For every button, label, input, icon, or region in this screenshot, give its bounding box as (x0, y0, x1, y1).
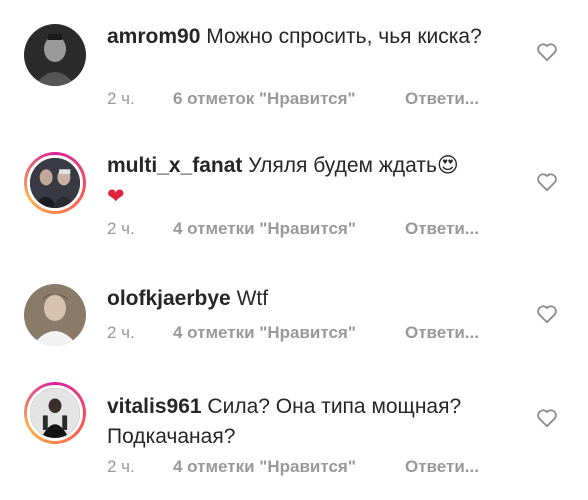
story-ring (27, 155, 83, 211)
heart-outline-icon (537, 305, 557, 324)
comment-time: 2 ч. (107, 89, 135, 108)
reply-button[interactable]: Ответи... (405, 89, 479, 109)
like-button[interactable] (536, 304, 558, 324)
comment-text-block: amrom90 Можно спросить, чья киска? (107, 22, 517, 52)
comment-meta: 2 ч. 4 отметки "Нравится" Ответи... (107, 323, 479, 343)
like-button[interactable] (536, 42, 558, 62)
comment-text: Можно спросить, чья киска? (206, 25, 482, 48)
comment-username[interactable]: vitalis961 (107, 395, 202, 418)
like-button[interactable] (536, 408, 558, 428)
comment-likes[interactable]: 4 отметки "Нравится" (173, 219, 405, 239)
comment-username[interactable]: amrom90 (107, 25, 200, 48)
comment-likes[interactable]: 4 отметки "Нравится" (173, 457, 405, 477)
comment-text-block: multi_x_fanat Уляля будем ждать😍 ❤ (107, 150, 517, 212)
comments-list: amrom90 Можно спросить, чья киска? 2 ч. 6… (0, 0, 588, 500)
comment-text: Wtf (236, 287, 269, 310)
reply-button[interactable]: Ответи... (405, 323, 479, 343)
heart-eyes-emoji-icon: 😍 (436, 153, 459, 177)
user-avatar-icon (30, 388, 80, 438)
story-ring (27, 385, 83, 441)
comment-likes[interactable]: 6 отметок "Нравится" (173, 89, 405, 109)
avatar[interactable] (24, 382, 86, 444)
comment-likes[interactable]: 4 отметки "Нравится" (173, 323, 405, 343)
heart-outline-icon (537, 173, 557, 192)
comment-username[interactable]: olofkjaerbye (107, 287, 231, 310)
heart-outline-icon (537, 43, 557, 62)
comment-text-block: vitalis961 Сила? Она типа мощная? Подкач… (107, 392, 517, 452)
heart-outline-icon (537, 409, 557, 428)
comment-time: 2 ч. (107, 219, 135, 238)
comment-meta: 2 ч. 4 отметки "Нравится" Ответи... (107, 219, 479, 239)
avatar[interactable] (24, 284, 86, 346)
comment-time: 2 ч. (107, 457, 135, 476)
reply-button[interactable]: Ответи... (405, 219, 479, 239)
like-button[interactable] (536, 172, 558, 192)
avatar[interactable] (24, 24, 86, 86)
comment-text: Уляля будем ждать (248, 154, 437, 177)
comment-time: 2 ч. (107, 323, 135, 342)
comment-meta: 2 ч. 4 отметки "Нравится" Ответи... (107, 457, 479, 477)
reply-button[interactable]: Ответи... (405, 457, 479, 477)
comment-username[interactable]: multi_x_fanat (107, 154, 242, 177)
user-avatar-icon (24, 24, 86, 86)
comment-meta: 2 ч. 6 отметок "Нравится" Ответи... (107, 89, 479, 109)
user-avatar-icon (24, 284, 86, 346)
user-avatar-icon (30, 158, 80, 208)
comment-text-block: olofkjaerbye Wtf (107, 284, 517, 314)
red-heart-emoji-icon: ❤ (107, 184, 125, 208)
avatar[interactable] (24, 152, 86, 214)
